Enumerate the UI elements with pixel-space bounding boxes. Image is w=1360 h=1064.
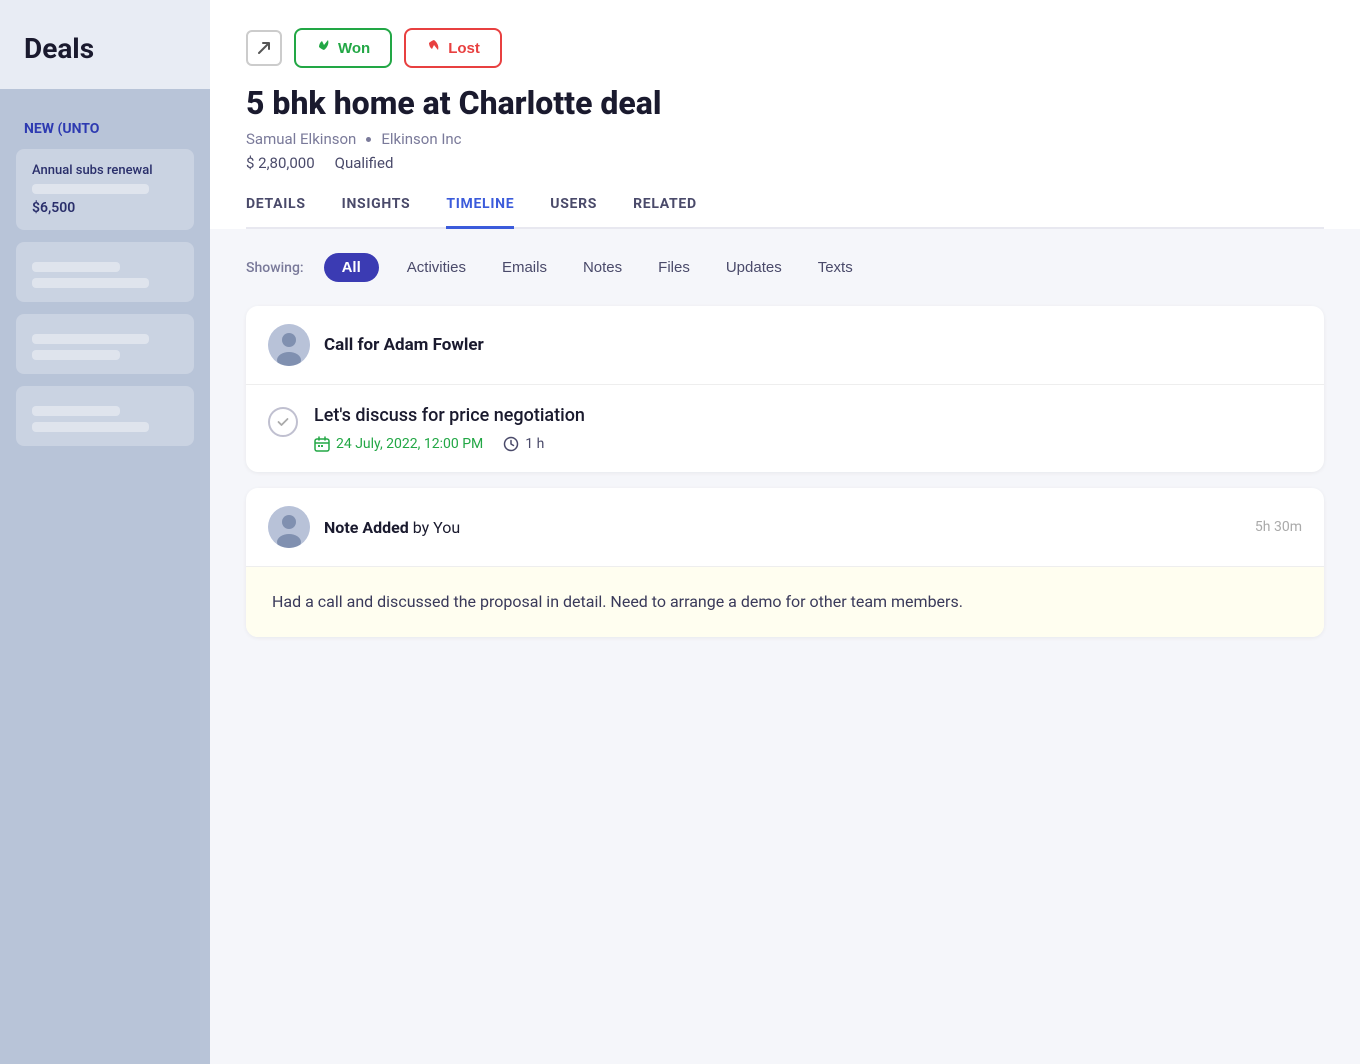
- sidebar-bar-3: [32, 278, 149, 288]
- sidebar-card-2: [16, 242, 194, 302]
- filter-texts[interactable]: Texts: [810, 255, 861, 280]
- activity-card-body: Let's discuss for price negotiation: [246, 385, 1324, 472]
- price-value: $ 2,80,000: [246, 154, 315, 172]
- filter-emails[interactable]: Emails: [494, 255, 555, 280]
- stage-value: Qualified: [335, 154, 394, 172]
- note-header-text: Note Added by You: [324, 518, 1241, 537]
- activity-card-title: Call for Adam Fowler: [324, 335, 484, 355]
- showing-label: Showing:: [246, 260, 304, 276]
- tab-details[interactable]: DETAILS: [246, 196, 306, 229]
- deal-price: $ 2,80,000 Qualified: [246, 154, 1324, 172]
- note-card-header: Note Added by You 5h 30m: [246, 488, 1324, 567]
- activity-card-header: Call for Adam Fowler: [246, 306, 1324, 385]
- note-card: Note Added by You 5h 30m Had a call and …: [246, 488, 1324, 637]
- external-link-button[interactable]: [246, 30, 282, 66]
- sidebar-bar-1: [32, 184, 149, 194]
- sidebar-card-1[interactable]: Annual subs renewal $6,500: [16, 149, 194, 230]
- timeline-section: Showing: All Activities Emails Notes Fil…: [210, 229, 1360, 1064]
- note-avatar: [268, 506, 310, 548]
- sidebar-bar-5: [32, 350, 120, 360]
- won-label: Won: [338, 40, 370, 57]
- deal-meta: Samual Elkinson Elkinson Inc: [246, 130, 1324, 148]
- sidebar-bar-4: [32, 334, 149, 344]
- meta-dot-1: [366, 137, 371, 142]
- company-name: Elkinson Inc: [381, 130, 461, 148]
- note-prefix: Note Added: [324, 518, 409, 537]
- filter-files[interactable]: Files: [650, 255, 698, 280]
- tab-insights[interactable]: INSIGHTS: [342, 196, 411, 229]
- note-by: by You: [413, 518, 460, 537]
- note-body-text: Had a call and discussed the proposal in…: [272, 589, 1298, 615]
- filter-all[interactable]: All: [324, 253, 379, 282]
- filter-notes[interactable]: Notes: [575, 255, 630, 280]
- sidebar-section-label: NEW (UNTO: [0, 89, 210, 149]
- sidebar-bar-7: [32, 422, 149, 432]
- tab-related[interactable]: RELATED: [633, 196, 697, 229]
- activity-meta: 24 July, 2022, 12:00 PM 1 h: [314, 436, 585, 452]
- activity-duration: 1 h: [503, 436, 544, 452]
- won-icon: [316, 38, 332, 58]
- lost-label: Lost: [448, 40, 480, 57]
- check-icon: [268, 407, 298, 437]
- sidebar-card-4: [16, 386, 194, 446]
- note-body: Had a call and discussed the proposal in…: [246, 567, 1324, 637]
- activity-duration-text: 1 h: [525, 436, 544, 452]
- filter-activities[interactable]: Activities: [399, 255, 474, 280]
- sidebar: Deals NEW (UNTO Annual subs renewal $6,5…: [0, 0, 210, 1064]
- sidebar-title: Deals: [0, 0, 210, 89]
- nav-tabs: DETAILS INSIGHTS TIMELINE USERS RELATED: [246, 196, 1324, 229]
- tab-users[interactable]: USERS: [550, 196, 597, 229]
- sidebar-card-3: [16, 314, 194, 374]
- filter-bar: Showing: All Activities Emails Notes Fil…: [246, 253, 1324, 282]
- activity-task-title: Let's discuss for price negotiation: [314, 405, 585, 426]
- deal-title: 5 bhk home at Charlotte deal: [246, 84, 1324, 122]
- won-button[interactable]: Won: [294, 28, 392, 68]
- note-time: 5h 30m: [1255, 519, 1302, 535]
- activity-card: Call for Adam Fowler Let's discuss for p…: [246, 306, 1324, 472]
- sidebar-card-1-title: Annual subs renewal: [32, 163, 178, 178]
- activity-row: Let's discuss for price negotiation: [268, 405, 1302, 452]
- tab-timeline[interactable]: TIMELINE: [446, 196, 514, 229]
- sidebar-bar-2: [32, 262, 120, 272]
- filter-updates[interactable]: Updates: [718, 255, 790, 280]
- activity-date: 24 July, 2022, 12:00 PM: [314, 436, 483, 452]
- sidebar-bar-6: [32, 406, 120, 416]
- activity-date-text: 24 July, 2022, 12:00 PM: [336, 436, 483, 452]
- deal-actions: Won Lost: [246, 28, 1324, 68]
- activity-avatar: [268, 324, 310, 366]
- sidebar-card-1-amount: $6,500: [32, 200, 178, 216]
- deal-header: Won Lost 5 bhk home at Charlotte deal Sa…: [210, 0, 1360, 229]
- contact-name: Samual Elkinson: [246, 130, 356, 148]
- lost-icon: [426, 38, 442, 58]
- main-panel: Won Lost 5 bhk home at Charlotte deal Sa…: [210, 0, 1360, 1064]
- activity-content: Let's discuss for price negotiation: [314, 405, 585, 452]
- lost-button[interactable]: Lost: [404, 28, 502, 68]
